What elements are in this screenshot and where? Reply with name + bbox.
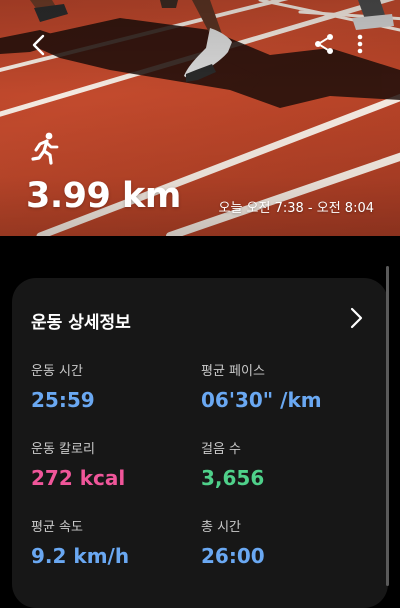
share-icon	[315, 34, 333, 54]
metric-steps: 걸음 수 3,656	[201, 438, 264, 490]
more-options-button[interactable]	[350, 32, 370, 56]
metric-value: 25:59	[31, 388, 95, 412]
running-person-icon	[30, 132, 60, 166]
metric-exercise-time: 운동 시간 25:59	[31, 360, 95, 412]
metric-label: 운동 시간	[31, 364, 83, 379]
metric-total-time: 총 시간 26:00	[201, 516, 265, 568]
back-button[interactable]	[26, 32, 52, 58]
workout-details-card[interactable]: 운동 상세정보 운동 시간 25:59 평균 페이스 06'30" /km 운동…	[12, 278, 388, 608]
back-arrow-icon	[32, 34, 45, 56]
metric-label: 평균 속도	[31, 520, 83, 535]
metric-value: 06'30" /km	[201, 388, 322, 412]
metric-value: 3,656	[201, 466, 265, 490]
scrollbar[interactable]	[386, 266, 389, 586]
metric-value: 26:00	[201, 544, 265, 568]
share-button[interactable]	[312, 32, 336, 56]
metric-label: 총 시간	[201, 520, 242, 535]
metric-value: 272 kcal	[31, 466, 126, 490]
metric-average-speed: 평균 속도 9.2 km/h	[31, 516, 129, 568]
metric-label: 평균 페이스	[201, 364, 265, 379]
metric-calories: 운동 칼로리 272 kcal	[31, 438, 125, 490]
chevron-right-icon	[350, 307, 363, 329]
workout-time-range: 오늘 오전 7:38 - 오전 8:04	[218, 201, 375, 216]
metric-label: 걸음 수	[201, 442, 242, 457]
metric-label: 운동 칼로리	[31, 442, 95, 457]
metric-value: 9.2 km/h	[31, 544, 130, 568]
card-title: 운동 상세정보	[31, 313, 131, 333]
metric-average-pace: 평균 페이스 06'30" /km	[201, 360, 322, 412]
details-chevron-button[interactable]	[346, 305, 366, 331]
more-vertical-icon	[357, 34, 363, 54]
workout-distance: 3.99 km	[26, 176, 181, 216]
